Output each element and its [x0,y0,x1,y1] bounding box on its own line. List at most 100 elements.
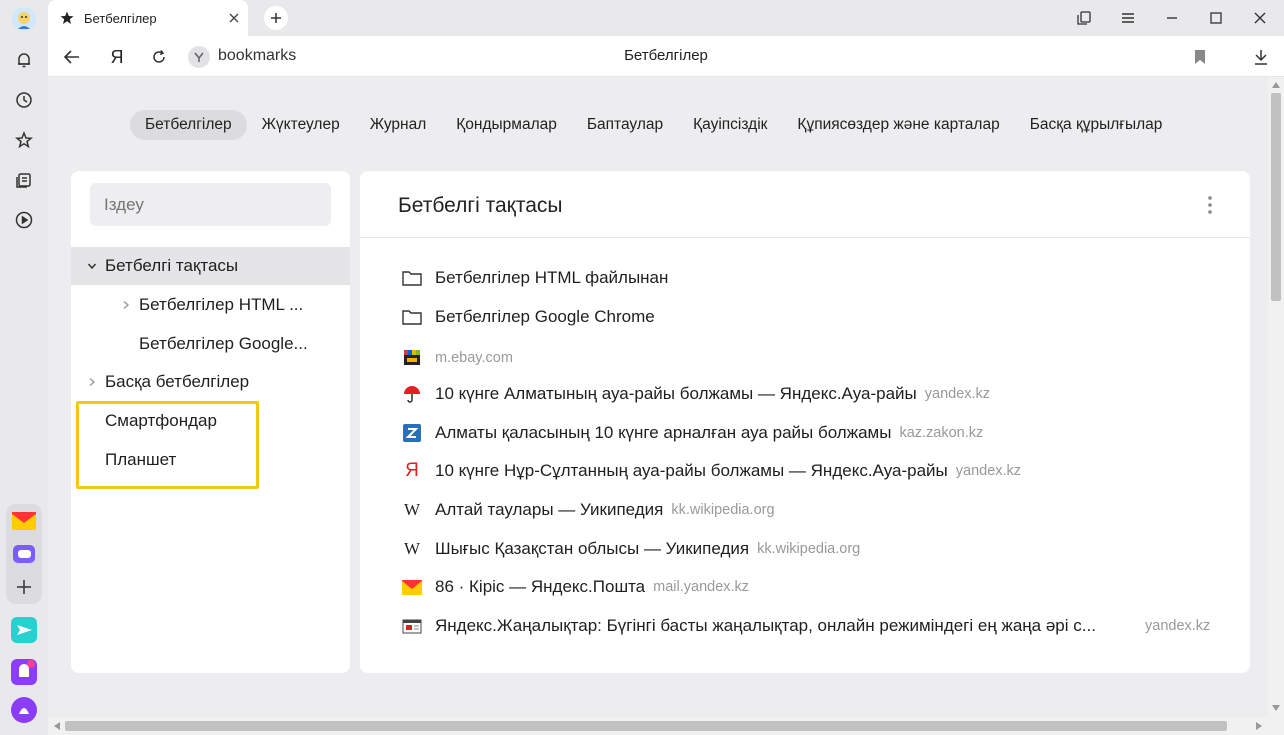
download-icon[interactable] [1246,42,1276,72]
bookmark-title: Яндекс.Жаңалықтар: Бүгінгі басты жаңалық… [435,616,1096,635]
bookmark-row[interactable]: Алматы қаласының 10 күнге арналған ауа р… [402,414,1222,452]
collections-icon[interactable] [10,166,38,194]
bookmark-domain: mail.yandex.kz [653,579,750,595]
bell-icon[interactable] [10,46,38,74]
plus-icon[interactable] [10,573,38,601]
folder-icon [402,268,422,288]
umbrella-favicon [402,384,422,404]
menu-icon[interactable] [1108,0,1148,36]
tab-bookmarks[interactable]: Бетбелгілер [48,0,248,36]
highlight-box [76,401,259,489]
bookmark-row[interactable]: Я 10 күнге Нұр-Сұлтанның ауа-райы болжам… [402,452,1222,490]
scroll-up-icon[interactable] [1271,80,1281,90]
bookmark-title: Алтай таулары — Уикипедия [435,500,664,519]
folder-google-chrome[interactable]: Бетбелгілер Google... [71,325,350,363]
bookmark-row[interactable]: W Шығыс Қазақстан облысы — Уикипедия kk.… [402,530,1222,568]
page-title: Бетбелгілер [624,47,708,64]
bookmarks-page: Бетбелгілер Жүктеулер Журнал Қондырмалар… [48,77,1268,717]
bookmark-title: Алматы қаласының 10 күнге арналған ауа р… [435,423,892,442]
chevron-right-icon[interactable] [119,298,133,312]
bookmark-row[interactable]: Бетбелгілер Google Chrome [402,298,1222,336]
url-text[interactable]: bookmarks [218,47,296,65]
nav-extensions[interactable]: Қондырмалар [441,110,572,140]
search-input[interactable] [90,183,331,226]
close-icon[interactable] [220,13,248,23]
nav-downloads[interactable]: Жүктеулер [247,110,355,140]
alice-icon[interactable] [10,696,38,724]
bookmark-icon[interactable] [1185,42,1215,72]
star-icon[interactable] [10,126,38,154]
tab-strip: Бетбелгілер [48,0,1284,36]
folder-panel: Бетбелгі тақтасы Бетбелгілер HTML ... Бе… [71,171,350,673]
bookmark-row[interactable]: 86 · Кіріс — Яндекс.Пошта mail.yandex.kz [402,568,1222,606]
messenger-icon[interactable] [10,540,38,568]
settings-nav: Бетбелгілер Жүктеулер Журнал Қондырмалар… [130,110,1177,140]
avatar[interactable] [10,5,38,33]
maximize-icon[interactable] [1196,0,1236,36]
bookmark-row[interactable]: m.ebay.com [402,339,1222,377]
minimize-icon[interactable] [1152,0,1192,36]
new-tab-button[interactable] [264,6,288,30]
folder-title: Бетбелгі тақтасы [398,194,563,217]
bookmark-title: 86 · Кіріс — Яндекс.Пошта [435,577,646,596]
nav-passwords[interactable]: Құпиясөздер және карталар [782,110,1014,140]
tab-title: Бетбелгілер [84,10,157,26]
site-info-icon[interactable] [188,46,210,68]
zakon-favicon [402,423,422,443]
scroll-left-icon[interactable] [52,721,62,731]
collections-icon[interactable] [1064,0,1104,36]
yandex-logo[interactable]: Я [102,42,132,72]
folder-label: Басқа бетбелгілер [105,372,250,391]
bookmark-title: m.ebay.com [435,350,513,366]
bookmark-domain: yandex.kz [924,386,991,402]
mail-icon[interactable] [10,507,38,535]
bookmark-row[interactable]: Яндекс.Жаңалықтар: Бүгінгі басты жаңалық… [402,607,1232,645]
bookmark-row[interactable]: W Алтай таулары — Уикипедия kk.wikipedia… [402,491,1222,529]
reload-icon[interactable] [144,42,174,72]
folder-other-bookmarks[interactable]: Басқа бетбелгілер [71,363,350,401]
scroll-down-icon[interactable] [1271,703,1281,713]
bookmark-domain: kk.wikipedia.org [671,502,775,518]
nav-history[interactable]: Журнал [355,110,442,140]
horizontal-scrollbar[interactable] [48,717,1284,735]
wikipedia-favicon: W [403,500,421,519]
ebay-favicon [402,348,422,368]
play-icon[interactable] [10,206,38,234]
bookmark-title: 10 күнге Алматының ауа-райы болжамы — Ян… [435,384,917,403]
bookmark-domain: yandex.kz [955,463,1022,479]
bookmark-domain: kk.wikipedia.org [757,541,861,557]
vertical-scrollbar[interactable] [1268,77,1284,717]
nav-settings[interactable]: Баптаулар [572,110,678,140]
folder-icon [402,307,422,327]
scrollbar-thumb[interactable] [1271,93,1281,301]
back-arrow-icon[interactable] [57,42,87,72]
bookmarks-list-panel: Бетбелгі тақтасы Бетбелгілер HTML файлын… [360,171,1250,673]
wikipedia-favicon: W [403,539,421,558]
nav-other-devices[interactable]: Басқа құрылғылар [1015,110,1178,140]
scrollbar-thumb[interactable] [65,721,1227,731]
bookmark-row[interactable]: 10 күнге Алматының ауа-райы болжамы — Ян… [402,375,1222,413]
close-icon[interactable] [1240,0,1280,36]
chevron-down-icon[interactable] [85,259,99,273]
nav-bookmarks[interactable]: Бетбелгілер [130,110,247,140]
history-icon[interactable] [10,86,38,114]
folder-label: Бетбелгілер Google... [139,334,308,353]
telemost-icon[interactable] [10,616,38,644]
bookmark-row[interactable]: Бетбелгілер HTML файлынан [402,259,1222,297]
address-bar: Я bookmarks Бетбелгілер [48,36,1284,77]
bookmark-title: 10 күнге Нұр-Сұлтанның ауа-райы болжамы … [435,461,948,480]
bookmark-domain: yandex.kz [1145,618,1211,634]
mail-favicon [402,577,422,597]
disk-icon[interactable] [10,658,38,686]
divider [360,237,1250,238]
nav-security[interactable]: Қауіпсіздік [678,110,782,140]
bookmark-title: Бетбелгілер Google Chrome [435,307,655,326]
more-options-icon[interactable] [1198,193,1222,217]
folder-html-import[interactable]: Бетбелгілер HTML ... [71,286,350,324]
bookmark-title: Шығыс Қазақстан облысы — Уикипедия [435,539,750,558]
scroll-right-icon[interactable] [1254,721,1264,731]
chevron-right-icon[interactable] [85,375,99,389]
folder-bookmarks-bar[interactable]: Бетбелгі тақтасы [71,247,350,285]
folder-label: Бетбелгілер HTML ... [139,295,304,314]
browser-sidebar [0,0,48,735]
